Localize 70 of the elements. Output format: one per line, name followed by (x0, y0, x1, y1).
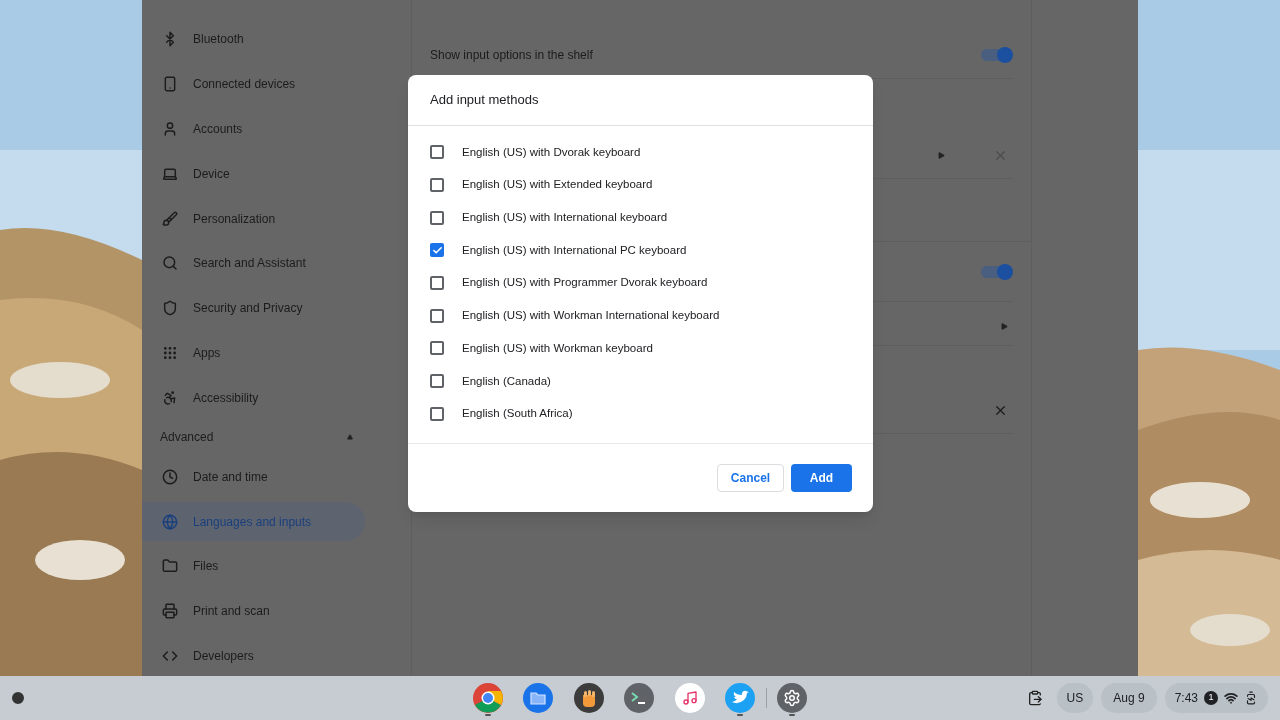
bird-icon[interactable] (725, 683, 756, 713)
folder-icon[interactable] (523, 683, 554, 713)
clock-time: 7:43 (1174, 690, 1198, 707)
input-method-option[interactable]: English (US) with Programmer Dvorak keyboard (408, 266, 873, 300)
sidebar-item[interactable]: Device (142, 153, 365, 194)
dialog-title: Add input methods (408, 75, 873, 126)
ime-indicator[interactable]: US (1056, 683, 1094, 713)
status-area[interactable]: 7:43 1 (1164, 683, 1268, 713)
folder-icon (162, 558, 178, 575)
sidebar-item[interactable]: Apps (142, 333, 365, 374)
checkbox[interactable] (430, 374, 444, 389)
sidebar-item[interactable]: Security and Privacy (142, 288, 365, 329)
browser-icon[interactable] (472, 683, 503, 713)
accessibility-icon (162, 390, 178, 407)
advanced-section-header[interactable]: Advanced (142, 423, 353, 452)
sidebar-item[interactable]: Print and scan (142, 591, 365, 632)
checkbox[interactable] (430, 178, 444, 193)
sidebar-item[interactable]: Files (142, 546, 365, 587)
printer-icon (162, 603, 178, 620)
caret-icon (347, 434, 353, 441)
checkbox[interactable] (430, 210, 444, 225)
brush-icon (162, 210, 178, 227)
date-button[interactable]: Aug 9 (1101, 683, 1157, 713)
gear-icon[interactable] (777, 683, 808, 713)
sidebar-item[interactable]: Connected devices (142, 63, 365, 104)
sidebar-item[interactable]: Personalization (142, 198, 365, 239)
input-method-option[interactable]: English (US) with Dvorak keyboard (408, 136, 873, 169)
sidebar-item[interactable]: Search and Assistant (142, 243, 365, 284)
phone-icon (162, 75, 178, 92)
arrow-icon[interactable] (938, 152, 945, 159)
sidebar-item[interactable]: Accessibility (142, 378, 365, 419)
add-button[interactable]: Add (791, 464, 852, 492)
sidebar-item[interactable]: Languages and inputs (142, 501, 365, 542)
sidebar-item[interactable]: Date and time (142, 456, 365, 497)
input-method-option[interactable]: English (South Africa) (408, 397, 873, 431)
sidebar-item[interactable]: Bluetooth (142, 19, 365, 59)
arrow-icon[interactable] (1001, 323, 1008, 330)
clipboard-icon[interactable] (1026, 690, 1043, 706)
input-method-option[interactable]: English (US) with International keyboard (408, 201, 873, 235)
terminal-icon[interactable] (624, 683, 655, 713)
person-icon (162, 120, 178, 137)
checkbox[interactable] (430, 276, 444, 291)
clock-icon (162, 468, 178, 485)
checkbox[interactable] (430, 308, 444, 323)
setting-label: Show input options in the shelf (430, 47, 593, 64)
launcher-button[interactable] (12, 692, 24, 704)
input-method-option[interactable]: English (Canada) (408, 364, 873, 398)
search-icon (162, 255, 178, 272)
music-note-icon[interactable] (674, 683, 705, 713)
cancel-button[interactable]: Cancel (717, 464, 784, 492)
grid-icon (162, 345, 178, 362)
input-method-option[interactable]: English (US) with Workman International keyboard (408, 299, 873, 333)
notification-count: 1 (1204, 691, 1218, 705)
input-method-option[interactable]: English (US) with Extended keyboard (408, 168, 873, 202)
checkbox[interactable] (430, 243, 444, 258)
checkbox[interactable] (430, 406, 444, 421)
sidebar-item[interactable]: Developers (142, 636, 365, 677)
hand-icon[interactable] (573, 683, 604, 713)
input-method-option[interactable]: English (US) with International PC keyboard (408, 234, 873, 267)
input-method-option[interactable]: English (US) with Workman keyboard (408, 332, 873, 365)
globe-icon (162, 513, 178, 530)
close-icon[interactable] (993, 403, 1008, 418)
sidebar-item[interactable]: Accounts (142, 108, 365, 149)
checkbox[interactable] (430, 341, 444, 356)
toggle-switch[interactable] (981, 49, 1011, 61)
battery-icon (1244, 691, 1258, 705)
shield-icon (162, 300, 178, 317)
wifi-icon (1224, 691, 1238, 705)
checkbox[interactable] (430, 145, 444, 160)
toggle-switch[interactable] (981, 265, 1011, 278)
